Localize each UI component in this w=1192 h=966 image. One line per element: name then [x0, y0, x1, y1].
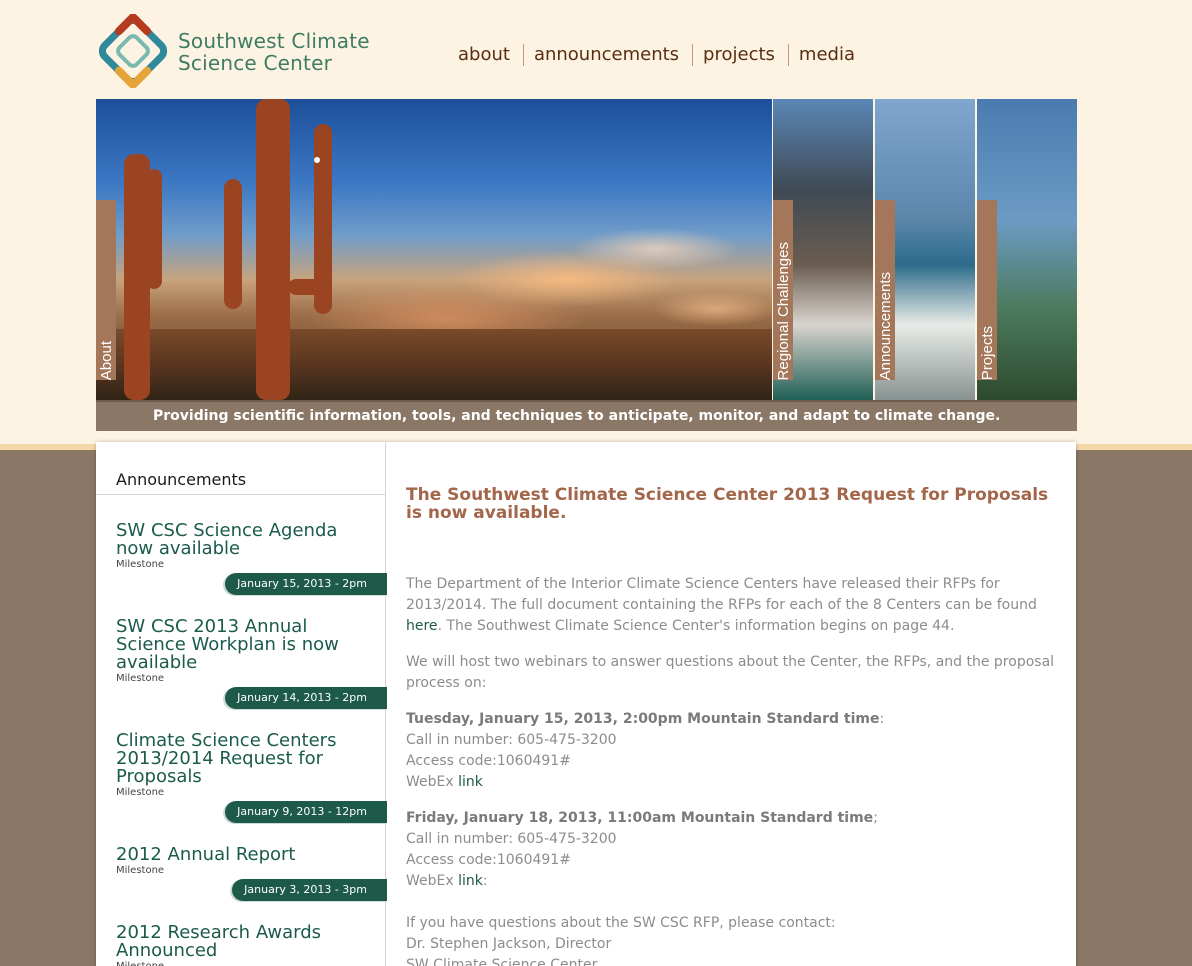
webex-link-2[interactable]: link: [458, 873, 483, 889]
announcement-link[interactable]: SW CSC Science Agenda now available: [116, 522, 378, 558]
webinar-2: Friday, January 18, 2013, 11:00am Mounta…: [406, 810, 878, 889]
nav-announcements[interactable]: announcements: [524, 44, 694, 66]
banner-tab-projects[interactable]: Projects: [977, 200, 997, 380]
announcement-type: Milestone: [116, 865, 165, 876]
announcement-link[interactable]: 2012 Research Awards Announced: [116, 924, 378, 960]
site-name: Southwest Climate Science Center: [178, 30, 370, 74]
date-badge: January 15, 2013 - 2pm: [225, 573, 387, 595]
announcement-link[interactable]: 2012 Annual Report: [116, 846, 378, 864]
logo-mark-icon: [98, 14, 168, 88]
rfp-document-link[interactable]: here: [406, 618, 438, 634]
announcement-link[interactable]: Climate Science Centers 2013/2014 Reques…: [116, 732, 378, 786]
banner-tab-announcements[interactable]: Announcements: [875, 200, 895, 380]
contact-block: If you have questions about the SW CSC R…: [406, 915, 836, 966]
content-card: Announcements SW CSC Science Agenda now …: [96, 442, 1076, 966]
announcement-link[interactable]: SW CSC 2013 Annual Science Workplan is n…: [116, 618, 378, 672]
main-nav: about announcements projects media: [448, 42, 868, 68]
date-badge: January 9, 2013 - 12pm: [225, 801, 387, 823]
webex-link-1[interactable]: link: [458, 774, 483, 790]
date-badge: January 3, 2013 - 3pm: [232, 879, 387, 901]
desert-photo: [96, 99, 772, 400]
hero-banner: About Regional Challenges Announcements …: [96, 99, 1077, 431]
site-name-line1: Southwest Climate: [178, 29, 370, 53]
banner-tab-about[interactable]: About: [96, 200, 116, 380]
webinar-intro: We will host two webinars to answer ques…: [406, 654, 1055, 691]
announcement-type: Milestone: [116, 961, 164, 966]
sidebar-title: Announcements: [116, 470, 247, 489]
tagline: Providing scientific information, tools,…: [96, 400, 1077, 431]
site-logo[interactable]: Southwest Climate Science Center: [96, 14, 386, 90]
moon: [314, 157, 320, 163]
intro-paragraph: The Department of the Interior Climate S…: [406, 576, 1037, 634]
article: The Southwest Climate Science Center 201…: [406, 442, 1066, 966]
announcements-sidebar: Announcements SW CSC Science Agenda now …: [96, 442, 387, 966]
nav-media[interactable]: media: [789, 44, 868, 66]
page-title: The Southwest Climate Science Center 201…: [406, 485, 1049, 523]
nav-about[interactable]: about: [448, 44, 524, 66]
webinar-2-heading: Friday, January 18, 2013, 11:00am Mounta…: [406, 810, 874, 826]
nav-projects[interactable]: projects: [693, 44, 789, 66]
webinar-1-heading: Tuesday, January 15, 2013, 2:00pm Mounta…: [406, 711, 880, 727]
announcement-type: Milestone: [116, 787, 165, 798]
webinar-1: Tuesday, January 15, 2013, 2:00pm Mounta…: [406, 711, 885, 790]
site-name-line2: Science Center: [178, 51, 333, 75]
date-badge: January 14, 2013 - 2pm: [225, 687, 387, 709]
announcement-type: Milestone: [116, 559, 165, 570]
announcement-type: Milestone: [116, 673, 165, 684]
banner-tab-regional-challenges[interactable]: Regional Challenges: [773, 200, 793, 380]
